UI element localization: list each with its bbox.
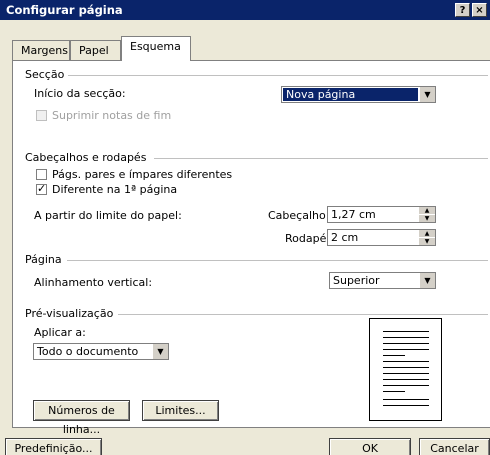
- close-button[interactable]: ×: [472, 3, 487, 17]
- section-heading-seccao: Secção: [25, 68, 65, 81]
- aplicar-a-value: Todo o documento: [37, 345, 139, 358]
- preview-line: [383, 331, 429, 332]
- preview-line: [383, 379, 429, 380]
- predefinicao-button[interactable]: Predefinição...: [5, 438, 102, 455]
- preview-line: [383, 385, 429, 386]
- divider: [68, 75, 488, 76]
- spin-down-icon[interactable]: ▼: [419, 215, 435, 222]
- pares-impares-label: Págs. pares e ímpares diferentes: [52, 168, 233, 181]
- aplicar-a-select[interactable]: Todo o documento ▼: [33, 343, 169, 360]
- tab-esquema[interactable]: Esquema: [121, 36, 191, 61]
- page-setup-dialog: Configurar página ? × Margens Papel Esqu…: [0, 0, 490, 455]
- suprimir-notas-label: Suprimir notas de fim: [52, 109, 172, 122]
- limites-button[interactable]: Limites...: [142, 400, 219, 421]
- tab-margens[interactable]: Margens: [12, 40, 70, 60]
- preview-line: [383, 343, 429, 344]
- preview-line: [383, 367, 429, 368]
- chevron-down-icon[interactable]: ▼: [419, 87, 435, 102]
- primeira-pagina-label: Diferente na 1ª página: [52, 183, 178, 196]
- chevron-down-icon[interactable]: ▼: [419, 273, 435, 288]
- check-icon: ✓: [37, 182, 47, 195]
- preview-line: [383, 355, 405, 356]
- divider: [67, 260, 488, 261]
- alinhamento-vertical-value: Superior: [333, 274, 380, 287]
- preview-line: [383, 399, 429, 400]
- rodape-value: 2 cm: [331, 231, 359, 244]
- page-preview: [369, 318, 442, 421]
- title-bar[interactable]: Configurar página ? ×: [0, 0, 490, 20]
- spin-up-icon[interactable]: ▲: [419, 230, 435, 237]
- inicio-seccao-label: Início da secção:: [34, 87, 126, 100]
- rodape-label: Rodapé:: [285, 232, 331, 245]
- alinhamento-vertical-select[interactable]: Superior ▼: [329, 272, 436, 289]
- numeros-linha-button[interactable]: Números de linha...: [33, 400, 130, 436]
- limite-papel-label: A partir do limite do papel:: [34, 209, 182, 222]
- section-heading-cabecalhos: Cabeçalhos e rodapés: [25, 151, 147, 164]
- preview-line: [383, 373, 429, 374]
- preview-line: [383, 391, 405, 392]
- cancelar-button[interactable]: Cancelar: [419, 438, 490, 455]
- alinhamento-vertical-label: Alinhamento vertical:: [34, 276, 153, 289]
- divider: [118, 314, 488, 315]
- help-button[interactable]: ?: [455, 3, 470, 17]
- pares-impares-checkbox[interactable]: [36, 169, 47, 180]
- preview-line: [383, 361, 429, 362]
- cabecalho-value: 1,27 cm: [331, 208, 376, 221]
- rodape-spinner[interactable]: 2 cm ▲ ▼: [327, 229, 436, 246]
- section-heading-pagina: Página: [25, 253, 62, 266]
- suprimir-notas-checkbox[interactable]: [36, 110, 47, 121]
- chevron-down-icon[interactable]: ▼: [152, 344, 168, 359]
- preview-line: [383, 405, 429, 406]
- inicio-seccao-value: Nova página: [283, 88, 418, 101]
- spin-down-icon[interactable]: ▼: [419, 238, 435, 245]
- inicio-seccao-select[interactable]: Nova página ▼: [281, 86, 436, 103]
- cabecalho-label: Cabeçalho:: [268, 209, 330, 222]
- spin-up-icon[interactable]: ▲: [419, 207, 435, 214]
- cabecalho-spinner[interactable]: 1,27 cm ▲ ▼: [327, 206, 436, 223]
- preview-line: [383, 337, 429, 338]
- section-heading-previsualizacao: Pré-visualização: [25, 307, 114, 320]
- window-title: Configurar página: [6, 3, 123, 17]
- primeira-pagina-checkbox[interactable]: ✓: [36, 182, 47, 195]
- divider: [154, 158, 488, 159]
- preview-line: [383, 349, 429, 350]
- aplicar-a-label: Aplicar a:: [34, 326, 86, 339]
- ok-button[interactable]: OK: [329, 438, 411, 455]
- tab-papel[interactable]: Papel: [70, 40, 121, 60]
